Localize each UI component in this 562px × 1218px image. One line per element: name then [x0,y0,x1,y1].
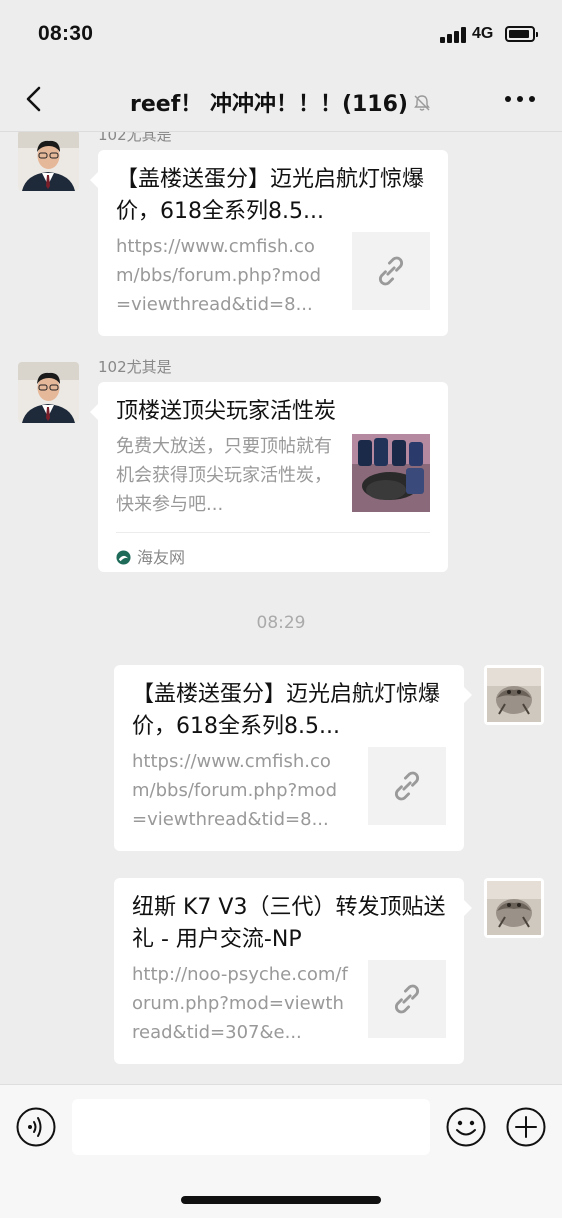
mute-bell-icon [414,95,430,111]
product-photo-icon [352,434,430,512]
card-thumbnail [368,960,446,1038]
network-label: 4G [472,25,494,42]
card-source: 海友网 [116,544,185,568]
card-thumbnail [352,434,430,512]
more-icon[interactable] [502,92,538,106]
link-icon [378,256,404,286]
link-card[interactable]: 【盖楼送蛋分】迈光启航灯惊爆价，618全系列8.5... https://www… [90,150,448,336]
chat-area[interactable]: 102尤其是 【盖楼送蛋分】迈光启航灯惊爆价，618全系列8.5... http… [0,132,562,1084]
source-app-icon [116,550,131,565]
home-indicator[interactable] [181,1196,381,1204]
card-description: https://www.cmfish.com/bbs/forum.php?mod… [116,236,322,315]
card-title: 顶楼送顶尖玩家活性炭 [116,399,337,424]
signal-icon [440,27,468,43]
sender-name: 102尤其是 [98,358,172,376]
card-title: 【盖楼送蛋分】迈光启航灯惊爆价，618全系列8.5... [132,682,441,739]
card-thumbnail [352,232,430,310]
status-bar: 08:30 4G [0,0,562,66]
timestamp: 08:29 [256,613,306,633]
link-icon [394,771,420,801]
card-title: 【盖楼送蛋分】迈光启航灯惊爆价，618全系列8.5... [116,167,425,224]
card-description: http://noo-psyche.com/forum.php?mod=view… [132,964,348,1043]
message-input[interactable] [72,1099,430,1155]
plus-icon[interactable] [506,1107,546,1147]
chat-header: reef！ 冲冲冲！！！(116) [0,66,562,132]
card-source-label: 海友网 [137,548,186,567]
status-time: 08:30 [38,22,94,45]
card-description: https://www.cmfish.com/bbs/forum.php?mod… [132,751,338,830]
sender-name: 102尤其是 [98,132,172,144]
card-divider [116,532,430,533]
voice-icon[interactable] [16,1107,56,1147]
emoji-icon[interactable] [446,1107,486,1147]
card-title: 纽斯 K7 V3（三代）转发顶贴送礼 - 用户交流-NP [132,895,446,952]
avatar[interactable] [484,665,544,725]
card-description: 免费大放送，只要顶帖就有机会获得顶尖玩家活性炭，快来参与吧... [116,436,332,515]
chat-title: reef！ 冲冲冲！！！(116) [0,86,562,118]
card-thumbnail [368,747,446,825]
link-card[interactable]: 顶楼送顶尖玩家活性炭 免费大放送，只要顶帖就有机会获得顶尖玩家活性炭，快来参与吧… [90,382,448,572]
avatar[interactable] [18,362,79,423]
link-icon [394,984,420,1014]
battery-icon [505,26,538,42]
avatar[interactable] [18,132,79,191]
chat-title-text: reef！ 冲冲冲！！！(116) [130,92,408,117]
link-card[interactable]: 纽斯 K7 V3（三代）转发顶贴送礼 - 用户交流-NP http://noo-… [114,878,472,1064]
avatar[interactable] [484,878,544,938]
link-card[interactable]: 【盖楼送蛋分】迈光启航灯惊爆价，618全系列8.5... https://www… [114,665,472,851]
